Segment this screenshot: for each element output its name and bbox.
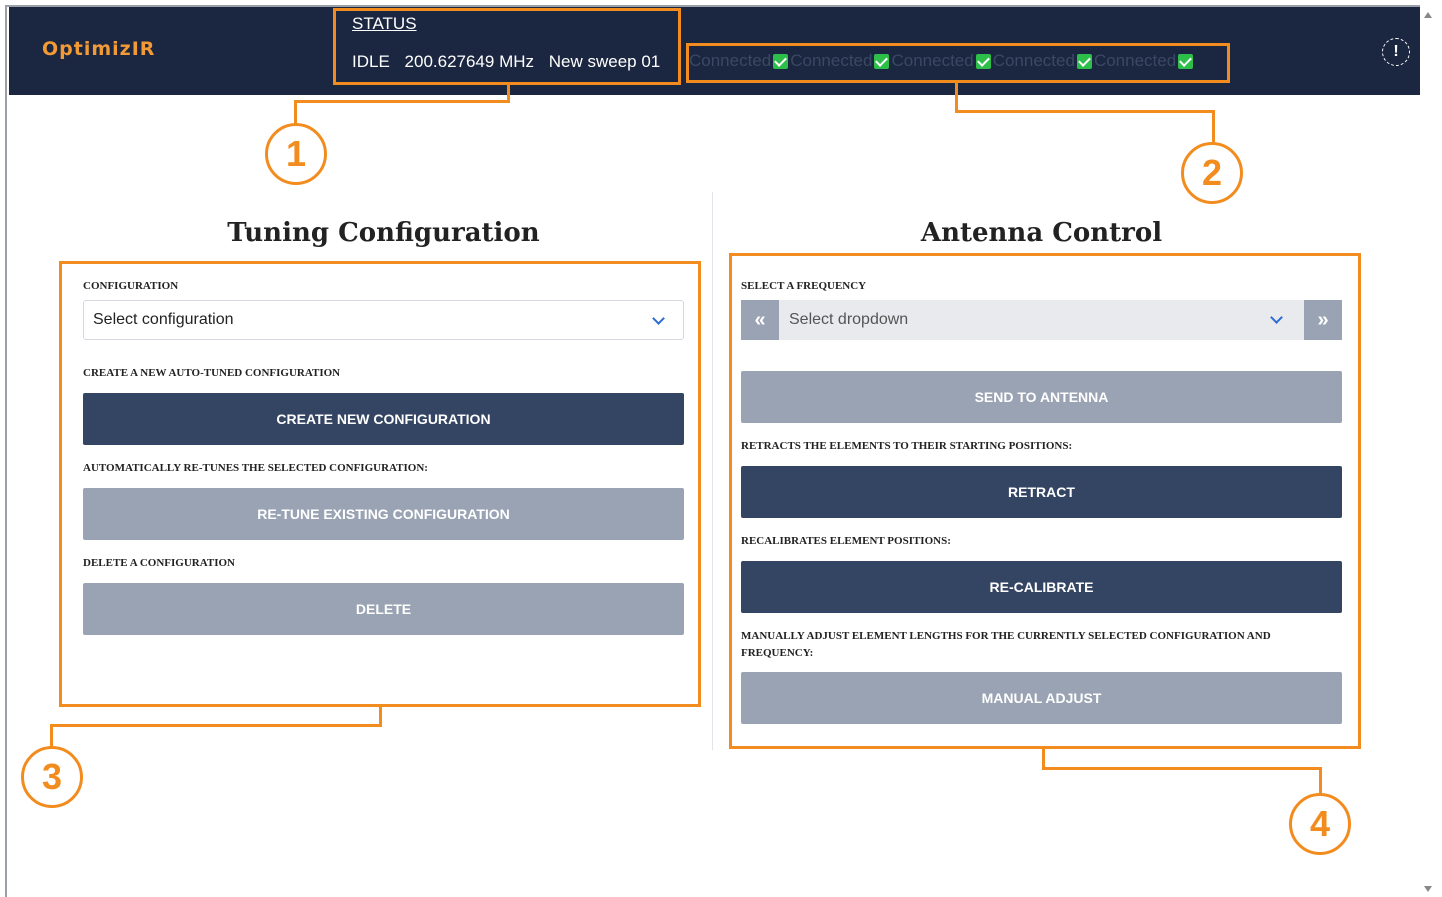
callout-badge-1: 1 <box>265 123 327 185</box>
scroll-up-arrow[interactable] <box>1424 12 1432 18</box>
connector-line <box>294 100 510 103</box>
callout-badge-4: 4 <box>1289 793 1351 855</box>
connector-line <box>1042 767 1322 770</box>
connector-line <box>50 724 53 748</box>
tuning-title: Tuning Configuration <box>227 218 540 248</box>
annotation-box-antenna <box>729 253 1361 749</box>
connector-line <box>1212 110 1215 142</box>
connector-line <box>955 110 1215 113</box>
connector-line <box>955 83 958 113</box>
annotation-box-status <box>333 8 681 85</box>
app-logo[interactable]: OptimizIR <box>42 38 155 60</box>
connector-line <box>1319 767 1322 795</box>
section-divider <box>712 192 713 750</box>
annotation-box-connections <box>686 43 1230 83</box>
alert-icon[interactable]: ! <box>1382 38 1410 66</box>
scroll-down-arrow[interactable] <box>1424 886 1432 892</box>
callout-badge-3: 3 <box>21 746 83 808</box>
antenna-title: Antenna Control <box>920 218 1163 248</box>
annotation-box-tuning <box>59 261 701 707</box>
connector-line <box>50 724 382 727</box>
callout-badge-2: 2 <box>1181 142 1243 204</box>
